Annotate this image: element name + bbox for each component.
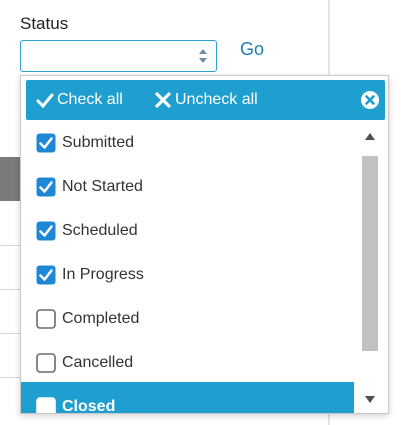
check-all-label: Check all bbox=[57, 91, 123, 108]
status-label: Status bbox=[20, 14, 69, 33]
option-scheduled[interactable]: Scheduled bbox=[21, 212, 354, 250]
option-completed[interactable]: Completed bbox=[21, 300, 354, 338]
uncheck-all-button[interactable]: Uncheck all bbox=[154, 80, 258, 120]
option-not-started[interactable]: Not Started bbox=[21, 168, 354, 206]
option-label: Cancelled bbox=[62, 354, 134, 371]
checkbox-unchecked[interactable] bbox=[36, 353, 56, 373]
x-mark-icon bbox=[155, 92, 171, 108]
scroll-up-arrow-icon[interactable] bbox=[359, 130, 381, 144]
scroll-down-arrow-icon[interactable] bbox=[359, 392, 381, 406]
background-table-header bbox=[0, 157, 20, 201]
close-circle-icon[interactable] bbox=[360, 90, 380, 110]
background-row-divider bbox=[0, 245, 20, 246]
option-label: In Progress bbox=[62, 266, 144, 283]
option-label: Closed bbox=[62, 397, 116, 414]
sort-arrows-icon bbox=[199, 49, 207, 63]
option-label: Completed bbox=[62, 310, 140, 327]
status-select[interactable] bbox=[20, 40, 217, 72]
option-label: Scheduled bbox=[62, 222, 138, 239]
checkbox-checked[interactable] bbox=[36, 221, 56, 241]
checkbox-unchecked[interactable] bbox=[36, 396, 56, 415]
checkbox-unchecked[interactable] bbox=[36, 309, 56, 329]
checkbox-checked[interactable] bbox=[36, 177, 56, 197]
scrollbar-thumb[interactable] bbox=[362, 156, 378, 351]
background-row-divider bbox=[0, 289, 20, 290]
checkbox-checked[interactable] bbox=[36, 265, 56, 285]
option-submitted[interactable]: Submitted bbox=[21, 124, 354, 162]
options-list: Submitted Not Started Scheduled In Progr… bbox=[21, 124, 357, 415]
check-all-button[interactable]: Check all bbox=[36, 80, 123, 120]
dropdown-header: Check all Uncheck all bbox=[26, 80, 385, 120]
status-multiselect-dropdown: Check all Uncheck all Submitted Not Star… bbox=[20, 75, 389, 414]
option-closed[interactable]: Closed bbox=[21, 382, 354, 415]
option-label: Not Started bbox=[62, 178, 143, 195]
uncheck-all-label: Uncheck all bbox=[175, 91, 258, 108]
option-cancelled[interactable]: Cancelled bbox=[21, 344, 354, 382]
option-in-progress[interactable]: In Progress bbox=[21, 256, 354, 294]
options-scrollbar[interactable] bbox=[359, 124, 381, 411]
background-row-divider bbox=[0, 333, 20, 334]
checkbox-checked[interactable] bbox=[36, 133, 56, 153]
option-label: Submitted bbox=[62, 134, 135, 151]
checkmark-icon bbox=[36, 93, 54, 108]
go-button[interactable]: Go bbox=[240, 39, 264, 60]
background-row-divider bbox=[0, 377, 20, 378]
